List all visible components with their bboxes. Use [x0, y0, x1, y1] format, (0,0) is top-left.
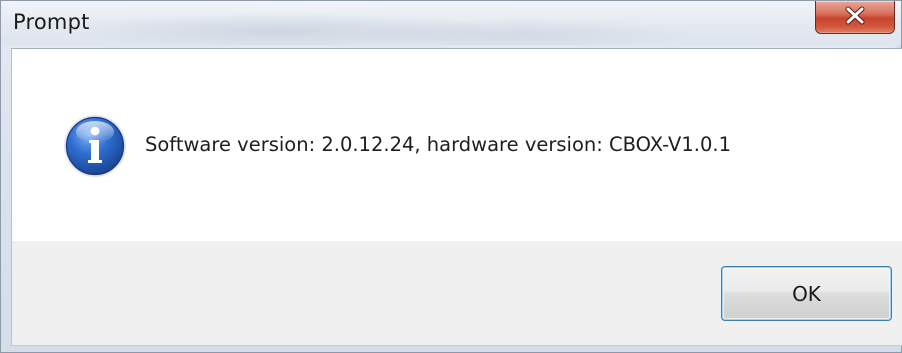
- close-x-icon: [845, 6, 865, 25]
- title-bar[interactable]: Prompt: [1, 1, 901, 45]
- dialog-content: Software version: 2.0.12.24, hardware ve…: [11, 48, 902, 242]
- message-text: Software version: 2.0.12.24, hardware ve…: [145, 133, 731, 156]
- ok-button[interactable]: OK: [721, 266, 892, 321]
- button-bar: OK: [11, 241, 902, 346]
- close-button[interactable]: [815, 1, 895, 34]
- info-icon: [64, 115, 126, 177]
- window-title: Prompt: [13, 10, 90, 34]
- prompt-dialog-window: Prompt Software version: 2.0.12.24, hard…: [0, 0, 902, 353]
